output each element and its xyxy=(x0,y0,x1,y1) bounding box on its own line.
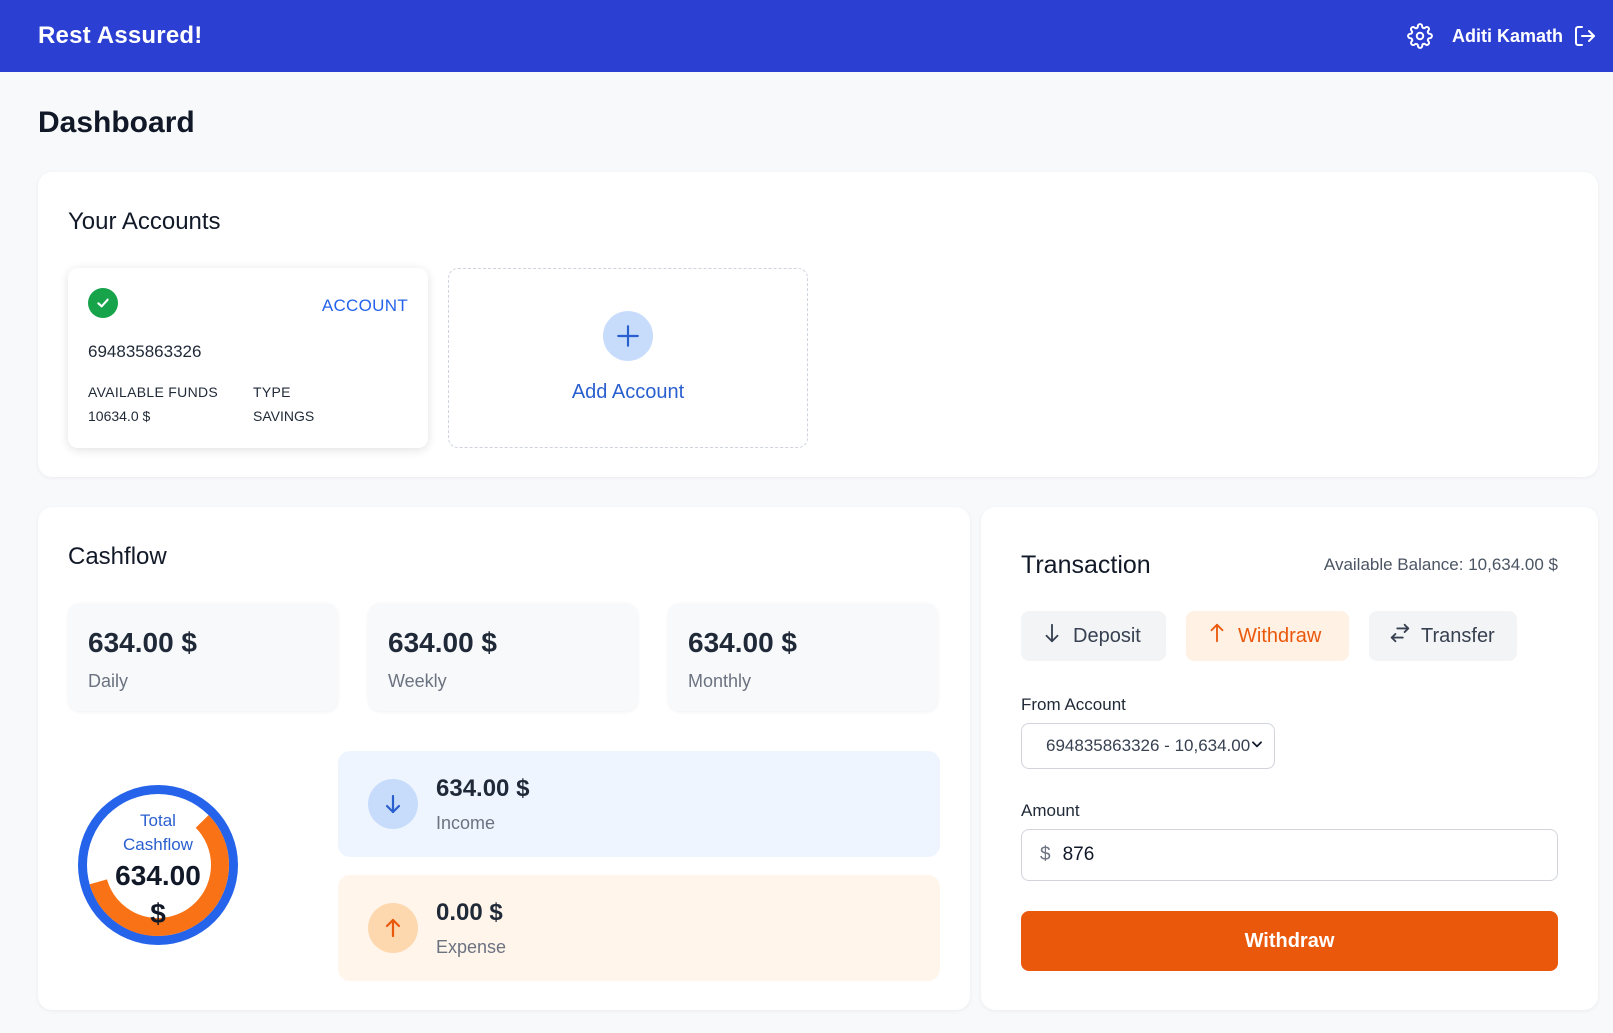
amount-field[interactable]: $ xyxy=(1021,829,1558,881)
tab-withdraw-label: Withdraw xyxy=(1238,624,1322,647)
expense-label: Expense xyxy=(436,937,507,957)
check-circle-icon xyxy=(88,288,118,318)
cashflow-card: Cashflow 634.00 $ Daily 634.00 $ Weekly … xyxy=(38,507,970,1010)
arrow-up-icon xyxy=(1206,622,1228,650)
tab-transfer[interactable]: Transfer xyxy=(1369,611,1517,661)
stat-weekly-value: 634.00 $ xyxy=(388,627,497,658)
donut-value-line2: $ xyxy=(150,898,166,929)
income-value: 634.00 $ xyxy=(436,775,530,802)
amount-label: Amount xyxy=(1021,801,1080,820)
tab-deposit-label: Deposit xyxy=(1073,624,1141,647)
available-funds-label: AVAILABLE FUNDS xyxy=(88,384,219,400)
donut-title: Total Cashflow xyxy=(68,809,248,857)
stat-monthly-label: Monthly xyxy=(688,671,752,691)
stat-monthly-value: 634.00 $ xyxy=(688,627,797,658)
from-account-label: From Account xyxy=(1021,695,1126,714)
arrow-up-icon xyxy=(368,903,418,953)
donut-value: 634.00 $ xyxy=(68,857,248,933)
account-card[interactable]: ACCOUNT 694835863326 AVAILABLE FUNDS 106… xyxy=(68,268,428,448)
cashflow-title: Cashflow xyxy=(68,543,167,570)
account-number: 694835863326 xyxy=(88,342,202,361)
gear-icon[interactable] xyxy=(1406,22,1434,50)
account-tag: ACCOUNT xyxy=(321,296,408,315)
top-nav: Rest Assured! Aditi Kamath xyxy=(0,0,1613,72)
available-funds: AVAILABLE FUNDS 10634.0 $ xyxy=(88,384,218,424)
plus-icon xyxy=(603,311,653,361)
transaction-card: Transaction Available Balance: 10,634.00… xyxy=(981,507,1598,1010)
brand-logo[interactable]: Rest Assured! xyxy=(38,22,202,50)
amount-input[interactable] xyxy=(1062,844,1539,866)
expense-value: 0.00 $ xyxy=(436,899,503,926)
from-account-select[interactable]: 694835863326 - 10,634.00 $ xyxy=(1021,723,1275,769)
accounts-title: Your Accounts xyxy=(68,208,221,235)
arrow-down-icon xyxy=(1041,622,1063,650)
available-balance: Available Balance: 10,634.00 $ xyxy=(1323,555,1558,574)
donut-title-line1: Total xyxy=(140,811,176,830)
withdraw-submit-button[interactable]: Withdraw xyxy=(1021,911,1558,971)
stat-daily: 634.00 $ Daily xyxy=(68,603,338,711)
currency-symbol: $ xyxy=(1040,844,1051,865)
swap-icon xyxy=(1389,622,1411,650)
stat-weekly: 634.00 $ Weekly xyxy=(368,603,638,711)
account-type: TYPE SAVINGS xyxy=(253,384,314,424)
add-account-button[interactable]: Add Account xyxy=(448,268,808,448)
logout-icon[interactable] xyxy=(1571,22,1599,50)
tab-withdraw[interactable]: Withdraw xyxy=(1186,611,1349,661)
transaction-title: Transaction xyxy=(1021,551,1151,579)
cashflow-donut: Total Cashflow 634.00 $ xyxy=(68,775,248,955)
available-funds-value: 10634.0 $ xyxy=(88,408,151,424)
account-type-value: SAVINGS xyxy=(253,408,315,424)
stat-monthly: 634.00 $ Monthly xyxy=(668,603,938,711)
expense-panel: 0.00 $ Expense xyxy=(338,875,940,981)
user-menu[interactable]: Aditi Kamath xyxy=(1452,22,1599,50)
from-account-value: 694835863326 - 10,634.00 $ xyxy=(1046,736,1250,755)
arrow-down-icon xyxy=(368,779,418,829)
donut-title-line2: Cashflow xyxy=(123,835,193,854)
income-panel: 634.00 $ Income xyxy=(338,751,940,857)
tab-deposit[interactable]: Deposit xyxy=(1021,611,1166,661)
add-account-label: Add Account xyxy=(571,381,685,403)
page-title: Dashboard xyxy=(38,106,195,139)
stat-weekly-label: Weekly xyxy=(388,671,447,691)
tab-transfer-label: Transfer xyxy=(1421,624,1495,647)
account-type-label: TYPE xyxy=(253,384,291,400)
stat-daily-value: 634.00 $ xyxy=(88,627,197,658)
accounts-card: Your Accounts ACCOUNT 694835863326 AVAIL… xyxy=(38,172,1598,477)
donut-value-line1: 634.00 xyxy=(115,860,201,891)
chevron-down-icon xyxy=(1250,736,1264,756)
user-name: Aditi Kamath xyxy=(1451,25,1563,46)
income-label: Income xyxy=(436,813,496,833)
stat-daily-label: Daily xyxy=(88,671,129,691)
